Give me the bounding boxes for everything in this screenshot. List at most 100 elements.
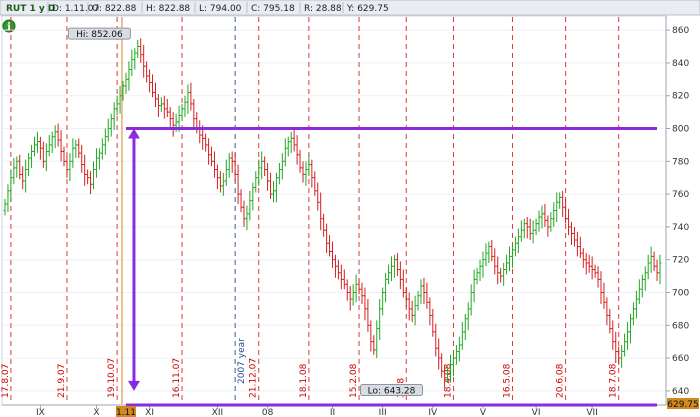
candle bbox=[257, 159, 261, 186]
candle bbox=[387, 264, 391, 285]
date-markers: 17.8.07 21.9.07 19.10.07 16.11.07 21.12.07 18… bbox=[1, 17, 620, 404]
candle bbox=[112, 102, 116, 131]
candle bbox=[328, 235, 332, 257]
candle bbox=[162, 95, 166, 119]
x-cursor-tag: 1.11 bbox=[116, 406, 136, 417]
date-marker-label: 20.6.08 bbox=[556, 363, 566, 398]
price-axis: 640 660 680 700 720 740 760 780 800 820 840 860 bbox=[666, 26, 689, 397]
candle bbox=[336, 259, 340, 280]
candle bbox=[310, 159, 314, 188]
price-chart[interactable]: RUT 1 y D D: 1.11.07O: 822.88 H: 822.88 L:… bbox=[0, 0, 700, 417]
candle bbox=[351, 284, 355, 306]
candle bbox=[407, 292, 411, 321]
x-month-label: XI bbox=[145, 408, 154, 417]
candle bbox=[631, 302, 635, 326]
candle bbox=[165, 98, 169, 118]
candle bbox=[286, 136, 290, 157]
plot-frame bbox=[1, 15, 667, 406]
candle bbox=[41, 141, 45, 168]
y-tick-label: 680 bbox=[672, 321, 689, 331]
candle bbox=[35, 131, 39, 154]
candle bbox=[283, 138, 287, 167]
candle bbox=[484, 243, 488, 267]
candle bbox=[94, 148, 98, 178]
candle bbox=[15, 156, 19, 178]
candle bbox=[419, 279, 423, 304]
candle bbox=[115, 95, 119, 116]
candle bbox=[133, 48, 137, 70]
candle bbox=[319, 192, 323, 231]
candle bbox=[21, 166, 25, 190]
candle bbox=[508, 246, 512, 272]
candle bbox=[304, 161, 308, 186]
candle bbox=[68, 153, 72, 181]
date-marker-label: 19.10.07 bbox=[107, 358, 117, 398]
candle bbox=[269, 172, 273, 200]
candle bbox=[652, 251, 656, 272]
candle bbox=[236, 164, 240, 204]
candle bbox=[33, 136, 37, 157]
candle bbox=[74, 139, 78, 159]
candle bbox=[295, 135, 299, 165]
candle bbox=[599, 271, 603, 304]
candle bbox=[593, 264, 597, 278]
candle bbox=[528, 218, 532, 241]
candle bbox=[434, 323, 438, 357]
x-month-label: V bbox=[480, 408, 487, 417]
candle bbox=[587, 254, 591, 273]
candle bbox=[233, 153, 237, 181]
candle bbox=[280, 153, 284, 180]
candle bbox=[27, 153, 31, 177]
candle bbox=[617, 346, 621, 365]
candle bbox=[378, 299, 382, 341]
candle bbox=[322, 213, 326, 237]
candle bbox=[372, 335, 376, 355]
y-tick-label: 800 bbox=[672, 125, 689, 135]
candle bbox=[183, 95, 187, 118]
candle bbox=[493, 248, 497, 275]
candle bbox=[65, 154, 69, 178]
candle bbox=[628, 313, 632, 344]
candle bbox=[9, 169, 13, 203]
y-tick-label: 660 bbox=[672, 354, 689, 364]
candle bbox=[522, 218, 526, 239]
candle bbox=[153, 82, 157, 108]
candle bbox=[516, 228, 520, 254]
candle bbox=[171, 112, 175, 137]
y-tick-label: 640 bbox=[672, 387, 689, 397]
candle bbox=[413, 295, 417, 326]
y-tick-label: 820 bbox=[672, 92, 689, 102]
date-marker-label: 17.8.07 bbox=[1, 364, 11, 398]
candle bbox=[118, 85, 122, 114]
candle bbox=[109, 113, 113, 137]
candle bbox=[584, 253, 588, 275]
candle bbox=[71, 138, 75, 168]
candle bbox=[384, 272, 388, 303]
candle bbox=[608, 308, 612, 334]
candle bbox=[3, 199, 7, 216]
candle bbox=[148, 69, 152, 93]
candle bbox=[86, 169, 90, 185]
candle bbox=[38, 136, 42, 160]
candle bbox=[151, 74, 155, 98]
candle bbox=[549, 212, 553, 232]
info-icon[interactable]: i bbox=[2, 19, 16, 33]
candle bbox=[555, 192, 559, 222]
date-marker-label: 16.11.07 bbox=[172, 358, 182, 398]
candle bbox=[404, 287, 408, 308]
candle bbox=[248, 190, 252, 221]
candle bbox=[106, 118, 110, 142]
candle bbox=[428, 297, 432, 326]
candle bbox=[301, 161, 305, 183]
header-field: L: 794.00 bbox=[199, 4, 242, 14]
candle bbox=[575, 231, 579, 257]
candle bbox=[339, 264, 343, 290]
candle bbox=[254, 171, 258, 193]
candle bbox=[640, 274, 644, 298]
candle bbox=[395, 253, 399, 277]
candle bbox=[596, 266, 600, 288]
candle bbox=[360, 282, 364, 304]
candle bbox=[239, 189, 243, 213]
candle bbox=[59, 130, 63, 162]
candle bbox=[313, 171, 317, 196]
